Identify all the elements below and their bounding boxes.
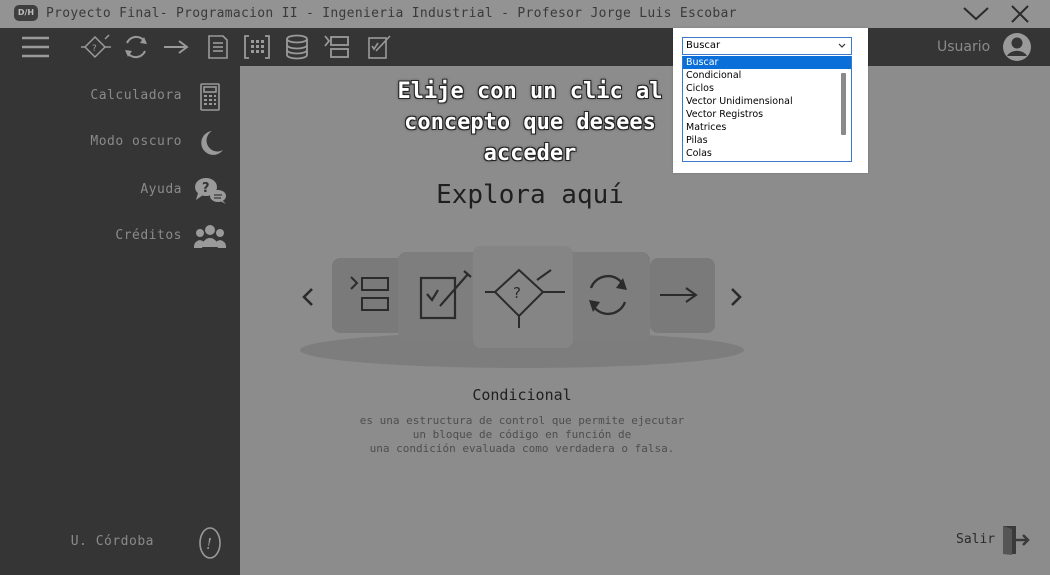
cycle-icon: [125, 35, 147, 59]
tool-registros[interactable]: [204, 33, 232, 61]
instruction-line: Elije con un clic al concepto que desees…: [397, 79, 663, 166]
options-scrollbar[interactable]: [841, 73, 846, 135]
info-icon: !: [199, 527, 221, 559]
sidebar-item-modo-oscuro[interactable]: Modo oscuro: [0, 126, 240, 160]
stack-icon: [324, 35, 349, 58]
svg-text:?: ?: [513, 284, 521, 302]
sidebar-item-ayuda[interactable]: Ayuda ?: [0, 174, 240, 208]
tool-colas[interactable]: [323, 33, 351, 61]
sidebar: Calculadora Modo oscuro Ayuda ? Créditos…: [0, 66, 240, 575]
carousel-card-condicional[interactable]: ?: [473, 246, 573, 348]
tool-condicional[interactable]: ?: [81, 33, 111, 61]
page-heading: Explora aquí: [436, 180, 624, 210]
sidebar-footer-label: U. Córdoba: [70, 534, 154, 549]
tool-matrices[interactable]: [243, 33, 271, 61]
close-button[interactable]: [1005, 2, 1035, 26]
user-avatar-button[interactable]: [1002, 32, 1032, 62]
search-option-vector-registros[interactable]: Vector Registros: [683, 108, 851, 121]
app-logo-icon: D/H: [14, 5, 38, 21]
search-option-ciclos[interactable]: Ciclos: [683, 82, 851, 95]
sidebar-item-label: Calculadora: [90, 88, 182, 103]
cycle-icon: [589, 274, 627, 316]
sidebar-item-label: Créditos: [115, 228, 182, 243]
chevron-right-icon: [731, 288, 742, 306]
sidebar-footer-universidad[interactable]: U. Córdoba !: [0, 526, 240, 560]
help-chat-icon: ?: [195, 178, 226, 204]
svg-text:!: !: [206, 535, 212, 553]
sidebar-item-label: Modo oscuro: [90, 134, 182, 149]
instruction-text: Elije con un clic al concepto que desees…: [330, 76, 730, 169]
close-icon: [1011, 5, 1029, 23]
arrow-right-icon: [660, 287, 698, 303]
concept-description: es una estructura de control que permite…: [359, 414, 685, 455]
chevron-down-icon: [838, 43, 846, 48]
exit-label[interactable]: Salir: [956, 532, 995, 547]
exit-door-icon: [1003, 526, 1030, 555]
tool-pilas[interactable]: [283, 33, 311, 61]
edit-icon: [368, 35, 391, 59]
search-option-matrices[interactable]: Matrices: [683, 121, 851, 134]
tool-vector[interactable]: [162, 33, 190, 61]
sidebar-item-calculadora[interactable]: Calculadora: [0, 80, 240, 114]
decision-icon: ?: [81, 34, 111, 59]
sidebar-item-label: Ayuda: [140, 182, 182, 197]
exit-button[interactable]: [1000, 524, 1030, 556]
chevron-down-icon: [963, 7, 989, 21]
chevron-left-icon: [302, 288, 313, 306]
search-options-list: Buscar Condicional Ciclos Vector Unidime…: [682, 56, 852, 162]
main-content: Elije con un clic al concepto que desees…: [240, 66, 1050, 575]
decision-icon: ?: [485, 268, 565, 328]
search-option-pilas[interactable]: Pilas: [683, 134, 851, 147]
carousel-card-vector[interactable]: [650, 258, 715, 333]
search-select-value: Buscar: [686, 40, 721, 51]
carousel-card-ciclos[interactable]: [565, 252, 650, 340]
svg-text:?: ?: [92, 44, 97, 54]
user-name: Usuario: [937, 39, 991, 55]
search-option-buscar[interactable]: Buscar: [683, 56, 851, 69]
minimize-button[interactable]: [961, 2, 991, 26]
svg-text:?: ?: [202, 181, 210, 196]
database-icon: [286, 34, 308, 60]
document-icon: [208, 35, 228, 59]
menu-icon: [22, 36, 49, 58]
group-icon: [193, 225, 227, 248]
concept-title: Condicional: [472, 386, 572, 404]
carousel-prev-button[interactable]: [298, 284, 318, 310]
search-dropdown-panel: Buscar Buscar Condicional Ciclos Vector …: [673, 28, 868, 173]
arrow-right-icon: [164, 40, 189, 54]
title-bar: D/H Proyecto Final- Programacion II - In…: [0, 0, 1050, 28]
search-option-vector-unidimensional[interactable]: Vector Unidimensional: [683, 95, 851, 108]
tool-ciclos[interactable]: [122, 33, 150, 61]
tool-editar[interactable]: [366, 33, 394, 61]
sidebar-item-creditos[interactable]: Créditos: [0, 220, 240, 254]
user-avatar-icon: [1003, 33, 1031, 61]
moon-icon: [201, 131, 223, 155]
search-select[interactable]: Buscar: [682, 37, 852, 55]
carousel-next-button[interactable]: [726, 284, 746, 310]
array-icon: [244, 35, 270, 59]
search-option-colas[interactable]: Colas: [683, 147, 851, 160]
toolbar: ? Usuario: [0, 28, 1050, 66]
calculator-icon: [200, 83, 220, 111]
stack-icon: [350, 276, 389, 311]
edit-icon: [419, 270, 472, 320]
menu-button[interactable]: [21, 33, 49, 61]
search-option-condicional[interactable]: Condicional: [683, 69, 851, 82]
window-title: Proyecto Final- Programacion II - Ingeni…: [46, 6, 737, 21]
